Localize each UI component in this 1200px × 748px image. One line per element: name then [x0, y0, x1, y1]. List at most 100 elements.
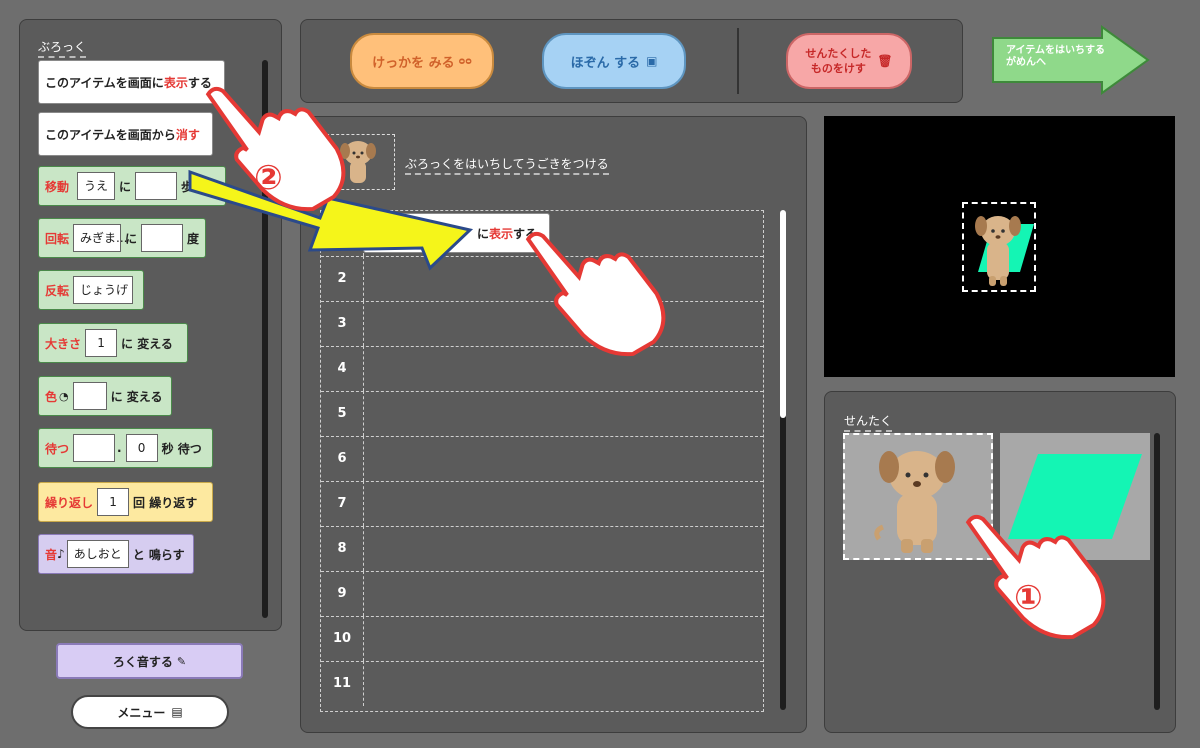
- erase-selected-button[interactable]: せんたくした ものをけす 🗑: [786, 33, 912, 89]
- block-keyword: 表示: [488, 226, 513, 241]
- next-label-line2: がめんへ: [1006, 57, 1046, 68]
- next-screen-button[interactable]: アイテムをはいちする がめんへ: [990, 24, 1152, 96]
- row-number: 2: [321, 256, 364, 301]
- selection-title: せんたく: [844, 412, 893, 432]
- block-label: と 鳴らす: [132, 547, 185, 562]
- script-row[interactable]: 10: [321, 616, 763, 662]
- block-label: に: [124, 231, 137, 246]
- row-number: 7: [321, 481, 364, 526]
- erase-label-line1: せんたくした: [805, 47, 872, 60]
- block-move[interactable]: 移動 うえ に 歩: [38, 166, 226, 206]
- record-label: ろく音する: [112, 654, 173, 669]
- save-icon: ▣: [646, 54, 658, 68]
- block-keyword: 回転: [45, 231, 70, 246]
- menu-label: メニュー: [117, 705, 166, 720]
- script-row[interactable]: 5: [321, 391, 763, 437]
- block-label-end: する: [187, 75, 212, 90]
- current-item-thumbnail[interactable]: [321, 134, 395, 190]
- microphone-icon: ✎: [176, 654, 187, 668]
- row-number: 1: [321, 211, 364, 256]
- erase-label: せんたくした ものをけす: [805, 46, 871, 76]
- script-row[interactable]: 4: [321, 346, 763, 392]
- block-label: 秒 待つ: [161, 441, 202, 456]
- block-label: に 変える: [121, 336, 173, 351]
- selection-scrollbar[interactable]: [1154, 433, 1160, 710]
- block-keyword: 反転: [45, 283, 70, 298]
- row-number: 10: [321, 616, 364, 661]
- block-wait[interactable]: 待つ . 0 秒 待つ: [38, 428, 213, 468]
- sound-name-field[interactable]: あしおと: [66, 540, 129, 568]
- size-value-field[interactable]: 1: [85, 329, 118, 357]
- dog-icon: [340, 141, 376, 183]
- row-number: 3: [321, 301, 364, 346]
- row-number: 11: [321, 661, 364, 706]
- block-label: このアイテムを画面に: [45, 75, 164, 90]
- repeat-count-field[interactable]: 1: [97, 488, 130, 516]
- block-keyword: 表示: [163, 75, 188, 90]
- block-label-end: する: [512, 226, 537, 241]
- script-instruction: ぶろっくをはいちしてうごきをつける: [405, 155, 609, 175]
- rotate-direction-field[interactable]: みぎま...: [73, 224, 127, 252]
- block-sound[interactable]: 音 ♪ あしおと と 鳴らす: [38, 534, 194, 574]
- move-steps-field[interactable]: [135, 172, 178, 200]
- selection-item-dog[interactable]: [843, 433, 993, 560]
- record-button[interactable]: ろく音する ✎: [56, 643, 243, 679]
- dog-icon: [874, 451, 955, 553]
- save-label: ほぞん する: [570, 55, 641, 71]
- next-label: アイテムをはいちする がめんへ: [1006, 45, 1105, 69]
- script-row[interactable]: 8: [321, 526, 763, 572]
- block-flip[interactable]: 反転 じょうげ: [38, 270, 144, 310]
- note-icon: ♪: [57, 547, 65, 561]
- view-result-button[interactable]: けっかを みる ᴑᴑ: [350, 33, 494, 89]
- block-keyword: 大きさ: [45, 336, 82, 351]
- row-number: 6: [321, 436, 364, 481]
- script-row[interactable]: 6: [321, 436, 763, 482]
- script-row[interactable]: 11: [321, 661, 763, 706]
- block-label: 歩: [181, 179, 194, 194]
- step-two-marker: ②: [254, 158, 283, 198]
- stage-item-graphic: [975, 216, 1034, 286]
- script-scrollbar-thumb[interactable]: [780, 210, 786, 418]
- block-hide-item[interactable]: このアイテムを画面から 消す: [38, 112, 213, 156]
- block-label: に: [476, 226, 489, 241]
- block-keyword: 音: [45, 547, 58, 562]
- script-row[interactable]: 7: [321, 481, 763, 527]
- decimal-point: .: [117, 441, 122, 455]
- menu-list-icon: ▤: [171, 705, 183, 719]
- color-picker-icon: ◔: [59, 389, 69, 403]
- move-direction-field[interactable]: うえ: [77, 172, 116, 200]
- block-label: 度: [186, 231, 199, 246]
- block-color[interactable]: 色 ◔ に 変える: [38, 376, 172, 416]
- step-one-marker: ①: [1014, 578, 1043, 618]
- placed-show-block[interactable]: に表示 する: [363, 213, 550, 253]
- selection-item-shape[interactable]: [1000, 433, 1150, 560]
- save-button[interactable]: ほぞん する ▣: [542, 33, 686, 89]
- block-label: に: [119, 179, 132, 194]
- script-row[interactable]: 2: [321, 256, 763, 302]
- row-number: 8: [321, 526, 364, 571]
- script-row[interactable]: 3: [321, 301, 763, 347]
- block-keyword: 移動: [45, 179, 70, 194]
- menu-button[interactable]: メニュー ▤: [71, 695, 229, 729]
- wait-seconds-field[interactable]: [73, 434, 116, 462]
- block-keyword: 待つ: [45, 441, 70, 456]
- stage-item[interactable]: [962, 202, 1036, 292]
- script-row[interactable]: 9: [321, 571, 763, 617]
- rotate-degrees-field[interactable]: [140, 224, 183, 252]
- row-number: 5: [321, 391, 364, 436]
- block-label: 回 繰り返す: [133, 495, 198, 510]
- palette-scrollbar[interactable]: [262, 60, 268, 618]
- wait-decimal-field[interactable]: 0: [125, 434, 158, 462]
- block-label: このアイテムを画面から: [45, 127, 176, 142]
- block-keyword: 消す: [175, 127, 200, 142]
- block-show-item[interactable]: このアイテムを画面に 表示 する: [38, 60, 225, 104]
- eyes-icon: ᴑᴑ: [458, 55, 472, 67]
- block-keyword: 繰り返し: [45, 495, 94, 510]
- trash-icon: 🗑: [877, 54, 893, 68]
- row-number: 4: [321, 346, 364, 391]
- block-repeat[interactable]: 繰り返し 1 回 繰り返す: [38, 482, 213, 522]
- block-size[interactable]: 大きさ 1 に 変える: [38, 323, 188, 363]
- flip-direction-field[interactable]: じょうげ: [73, 276, 133, 304]
- color-value-field[interactable]: [72, 382, 107, 410]
- block-rotate[interactable]: 回転 みぎま... に 度: [38, 218, 206, 258]
